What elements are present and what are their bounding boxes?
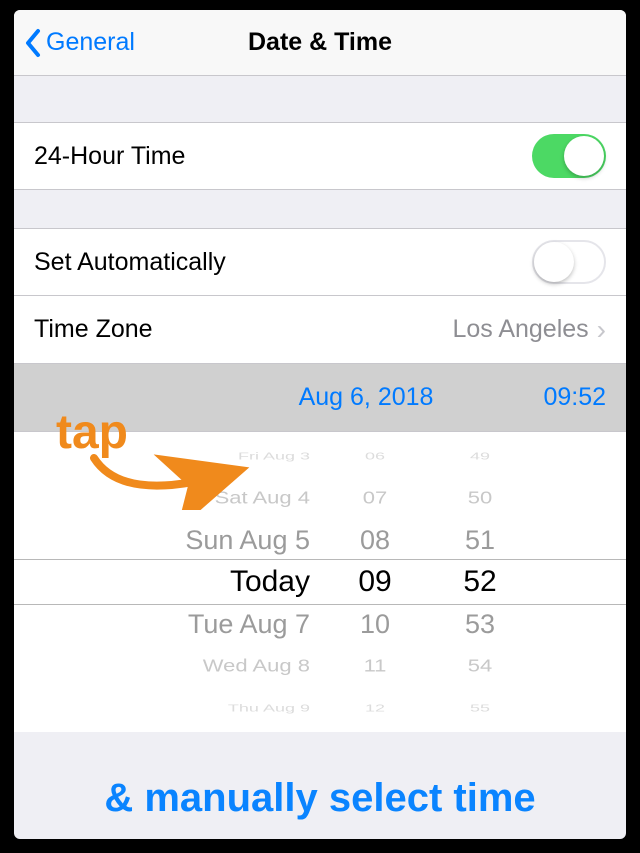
picker-item[interactable]: 10 <box>360 603 390 645</box>
picker-item[interactable]: 53 <box>465 603 495 645</box>
picker-item[interactable]: 11 <box>364 649 387 683</box>
row-time-zone[interactable]: Time Zone Los Angeles › <box>14 296 626 364</box>
section-gap <box>14 190 626 228</box>
row-label: 24-Hour Time <box>34 142 185 171</box>
back-button[interactable]: General <box>14 28 135 58</box>
time-zone-value: Los Angeles <box>452 315 588 344</box>
toggle-set-auto[interactable] <box>532 240 606 284</box>
picker-column-hour[interactable]: 06 07 08 09 10 11 12 <box>330 432 420 732</box>
toggle-24hour[interactable] <box>532 134 606 178</box>
picker-item[interactable]: 55 <box>470 696 490 719</box>
chevron-right-icon: › <box>597 316 606 344</box>
picker-item[interactable]: 50 <box>468 481 492 515</box>
nav-bar: General Date & Time <box>14 10 626 76</box>
picker-column-minute[interactable]: 49 50 51 52 53 54 55 <box>420 432 540 732</box>
current-time: 09:52 <box>543 383 606 412</box>
picker-item[interactable]: 07 <box>363 481 387 515</box>
picker-item[interactable]: 06 <box>365 444 385 467</box>
picker-item[interactable]: Thu Aug 9 <box>228 696 310 719</box>
row-24hour-time[interactable]: 24-Hour Time <box>14 122 626 190</box>
picker-item[interactable]: 54 <box>468 649 492 683</box>
picker-item[interactable]: Tue Aug 7 <box>188 603 310 645</box>
toggle-knob <box>534 242 574 282</box>
row-label: Time Zone <box>34 315 153 344</box>
row-set-automatically[interactable]: Set Automatically <box>14 228 626 296</box>
picker-item-selected[interactable]: 52 <box>463 561 496 603</box>
picker-item[interactable]: Wed Aug 8 <box>203 649 310 683</box>
row-label: Set Automatically <box>34 248 226 277</box>
section-gap <box>14 76 626 122</box>
chevron-left-icon <box>24 28 42 58</box>
current-date: Aug 6, 2018 <box>299 383 434 412</box>
settings-screen: General Date & Time 24-Hour Time Set Aut… <box>14 10 626 839</box>
back-label: General <box>46 28 135 57</box>
picker-item[interactable]: 12 <box>365 696 385 719</box>
toggle-knob <box>564 136 604 176</box>
picker-item[interactable]: Sun Aug 5 <box>185 519 310 561</box>
annotation-bottom-text: & manually select time <box>14 776 626 821</box>
picker-item-selected[interactable]: 09 <box>358 561 391 603</box>
picker-item[interactable]: 49 <box>470 444 490 467</box>
annotation-arrow-icon <box>84 450 254 510</box>
picker-item-selected[interactable]: Today <box>230 561 310 603</box>
picker-item[interactable]: 08 <box>360 519 390 561</box>
picker-item[interactable]: 51 <box>465 519 495 561</box>
